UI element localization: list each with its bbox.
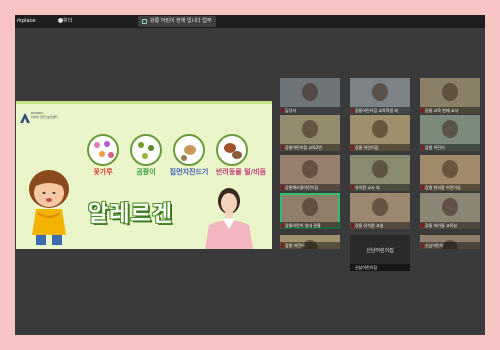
slide-top-band (16, 101, 272, 104)
participant-label: 강릉 아이들 교육실 (420, 222, 480, 229)
participant-video (302, 198, 318, 216)
participant-tile[interactable]: 유치원 교사 외 (350, 155, 410, 191)
participant-label: 강릉어린이 실내 관찰 (280, 222, 340, 229)
participant-video (442, 83, 458, 101)
participant-tile[interactable]: 강릉 어린이집 (350, 115, 410, 151)
shared-slide[interactable]: RUSINIA 어린이 안전 보건센터 꽃가루 곰팡이 집먼지진드기 반려동물 … (16, 101, 272, 249)
allergen-label: 곰팡이 (136, 168, 156, 176)
participant-label: 신남어린이 (420, 242, 480, 249)
allergen-label: 꽃가루 (93, 168, 113, 176)
pollen-icon (87, 134, 119, 166)
pet-dander-icon (216, 134, 248, 166)
participant-tile[interactable]: 강원 어린이 (280, 235, 340, 249)
participant-video (372, 83, 388, 101)
meeting-window: rkplace 위더 강릉 어린이 현재 입니다 업무 RUSINIA 어린이 … (15, 15, 485, 335)
workplace-brand: rkplace (17, 18, 36, 24)
participant-video (372, 160, 388, 178)
participant-tile[interactable]: 신남어린이 (420, 235, 480, 249)
participant-label: 신남어린이집 (350, 264, 410, 271)
mold-icon (130, 134, 162, 166)
participant-tile[interactable]: 강릉어린이집 교육2반 (280, 115, 340, 151)
participant-label: 유치원 교사 외 (350, 184, 410, 191)
meeting-tab[interactable]: 강릉 어린이 현재 입니다 업무 (138, 16, 216, 27)
participant-label: 강릉어린이집 교육2반 (280, 144, 340, 151)
participant-label: 강릉 유치원 교실 (350, 222, 410, 229)
screen-share-icon (142, 19, 147, 24)
participant-tile[interactable]: 강원 한사람 어린이집 (420, 155, 480, 191)
participant-label: 강원해오름어린이집 (280, 184, 340, 191)
participant-tile[interactable]: 강릉 아이들 교육실 (420, 193, 480, 229)
participant-video (372, 198, 388, 216)
participant-label: 강릉어린이집 교육학생 외 (350, 107, 410, 114)
participant-video (372, 120, 388, 138)
participant-video (442, 160, 458, 178)
participant-tile[interactable]: 강릉 교육 현재 교사 (420, 78, 480, 114)
participant-video (442, 198, 458, 216)
participant-label: 담당자 (280, 107, 340, 114)
participant-tile[interactable]: 담당자 (280, 78, 340, 114)
participant-label: 강원 어린이 (420, 144, 480, 151)
participant-tile[interactable]: 강릉 유치원 교실 (350, 193, 410, 229)
participant-video (302, 160, 318, 178)
participant-video (302, 83, 318, 101)
participant-label: 강릉 어린이집 (350, 144, 410, 151)
app-name[interactable]: 위더 (63, 17, 72, 25)
org-name: RUSINIA 어린이 안전 보건센터 (31, 111, 58, 119)
participant-tile[interactable]: 신남어린이집 신남어린이집 (350, 235, 410, 271)
slide-title: 알레르겐 (88, 202, 173, 227)
allergen-label: 집먼지진드기 (169, 168, 209, 176)
participant-tile[interactable]: 강원해오름어린이집 (280, 155, 340, 191)
sneezing-child-illustration (29, 170, 69, 245)
top-bar: rkplace 위더 강릉 어린이 현재 입니다 업무 (15, 15, 485, 28)
participant-tile[interactable]: 강원 어린이 (420, 115, 480, 151)
meeting-title: 강릉 어린이 현재 입니다 업무 (150, 18, 212, 24)
presenter-video (205, 188, 253, 249)
participant-video (442, 120, 458, 138)
participant-label: 강원 어린이 (280, 242, 340, 249)
allergen-label: 반려동물 털/비듬 (215, 168, 267, 176)
participant-tile[interactable]: 강릉어린이 실내 관찰 (280, 193, 340, 229)
dust-mite-icon (173, 134, 205, 166)
participant-name: 신남어린이집 (366, 248, 394, 254)
participant-label: 강릉 교육 현재 교사 (420, 107, 480, 114)
org-logo-icon (20, 113, 30, 123)
participant-video (302, 120, 318, 138)
participant-tile[interactable]: 강릉어린이집 교육학생 외 (350, 78, 410, 114)
participant-label: 강원 한사람 어린이집 (420, 184, 480, 191)
